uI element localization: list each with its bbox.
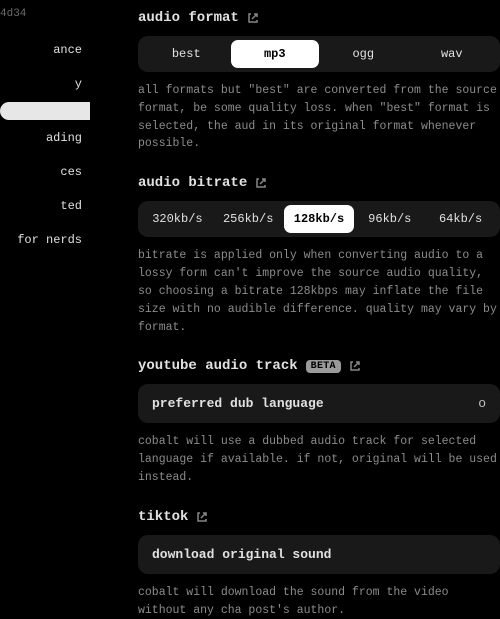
row-value: o [478,396,486,411]
section-title: youtube audio track BETA [138,358,500,374]
section-audio-bitrate: audio bitrate 320kb/s 256kb/s 128kb/s 96… [138,175,500,336]
audio-format-segmented: best mp3 ogg wav [138,36,500,72]
row-label: download original sound [152,547,331,562]
download-original-sound-row[interactable]: download original sound [138,535,500,574]
sidebar-item-3[interactable]: ading [0,122,90,154]
dub-language-row[interactable]: preferred dub language o [138,384,500,423]
external-link-icon[interactable] [247,12,259,24]
main-content: audio format best mp3 ogg wav all format… [90,0,500,500]
sidebar-item-4[interactable]: ces [0,156,90,188]
row-label: preferred dub language [152,396,324,411]
bitrate-128[interactable]: 128kb/s [284,205,355,233]
title-text: audio format [138,10,239,26]
beta-badge: BETA [306,360,341,373]
title-text: audio bitrate [138,175,247,191]
bitrate-320[interactable]: 320kb/s [142,205,213,233]
audio-bitrate-desc: bitrate is applied only when converting … [138,247,500,336]
bitrate-64[interactable]: 64kb/s [425,205,496,233]
title-text: youtube audio track [138,358,298,374]
sidebar-item-6[interactable]: for nerds [0,224,90,256]
section-tiktok: tiktok download original sound cobalt wi… [138,509,500,619]
bitrate-96[interactable]: 96kb/s [354,205,425,233]
sidebar: 4d34 ance y ading ces ted for nerds [0,0,90,500]
external-link-icon[interactable] [196,511,208,523]
sidebar-item-5[interactable]: ted [0,190,90,222]
external-link-icon[interactable] [255,177,267,189]
sidebar-item-0[interactable]: ance [0,34,90,66]
section-youtube-track: youtube audio track BETA preferred dub l… [138,358,500,486]
audio-format-desc: all formats but "best" are converted fro… [138,82,500,153]
audio-bitrate-segmented: 320kb/s 256kb/s 128kb/s 96kb/s 64kb/s [138,201,500,237]
tiktok-desc: cobalt will download the sound from the … [138,584,500,619]
external-link-icon[interactable] [349,360,361,372]
section-title: audio format [138,10,500,26]
section-title: audio bitrate [138,175,500,191]
bitrate-256[interactable]: 256kb/s [213,205,284,233]
sidebar-item-1[interactable]: y [0,68,90,100]
section-audio-format: audio format best mp3 ogg wav all format… [138,10,500,153]
youtube-track-desc: cobalt will use a dubbed audio track for… [138,433,500,486]
format-best[interactable]: best [142,40,231,68]
format-wav[interactable]: wav [408,40,497,68]
section-title: tiktok [138,509,500,525]
build-hash: 4d34 [0,8,90,34]
title-text: tiktok [138,509,188,525]
format-mp3[interactable]: mp3 [231,40,320,68]
sidebar-item-2[interactable] [0,102,90,120]
format-ogg[interactable]: ogg [319,40,408,68]
